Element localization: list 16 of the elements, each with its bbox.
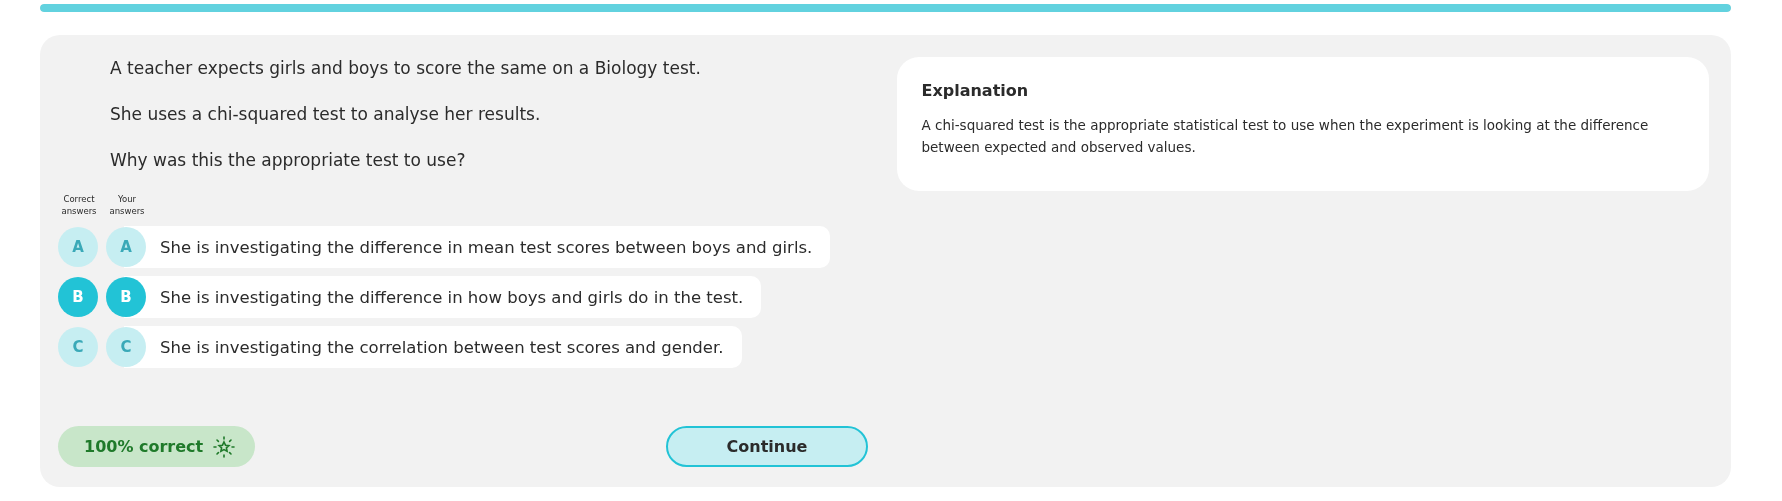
your-answer-marker: C	[106, 327, 146, 367]
correct-answer-marker: B	[58, 277, 98, 317]
continue-button[interactable]: Continue	[666, 426, 868, 467]
star-icon	[213, 435, 236, 458]
your-answer-marker: A	[106, 227, 146, 267]
question-text: She uses a chi-squared test to analyse her results.	[110, 103, 542, 125]
column-label: Correct answers	[60, 193, 98, 217]
your-answer-marker: B	[106, 277, 146, 317]
correct-answer-marker: A	[58, 227, 98, 267]
column-label: Your answers	[108, 193, 146, 217]
score-badge: 100% correct	[58, 426, 256, 467]
explanation-title: Explanation	[921, 81, 1030, 100]
explanation-text: A chi-squared test is the appropriate statistical test to use when the experiment is looking at the difference between expected and observed values.	[921, 116, 1650, 157]
correct-answer-marker: C	[58, 327, 98, 367]
question-text: A teacher expects girls and boys to score the same on a Biology test.	[110, 57, 702, 79]
question-text: Why was this the appropriate test to use?	[110, 149, 467, 171]
